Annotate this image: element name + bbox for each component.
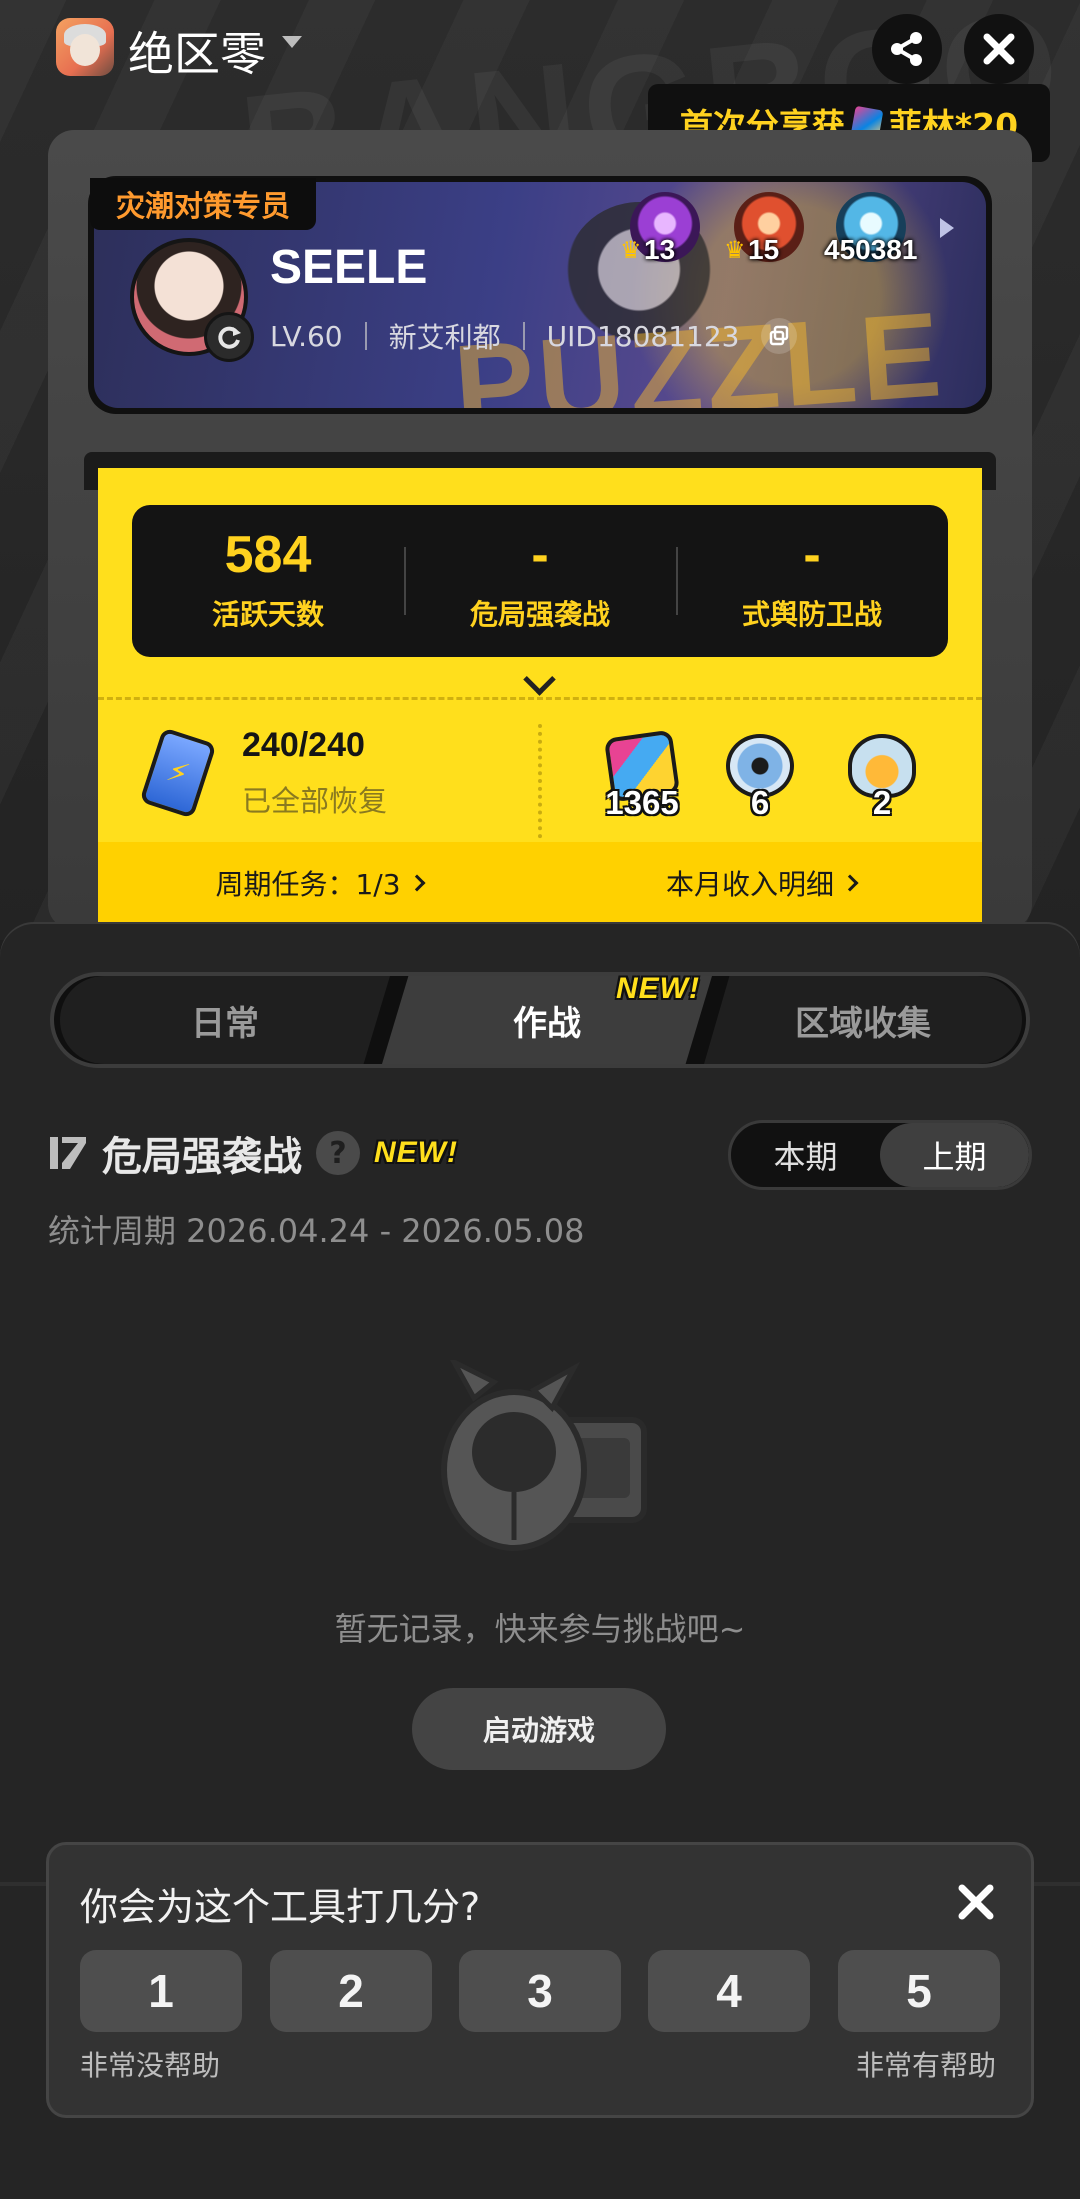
rating-close-button[interactable] [956,1882,996,1922]
badge-label: 13 [644,234,676,265]
stat-label: 活跃天数 [211,598,324,631]
rating-option-3[interactable]: 3 [459,1950,621,2032]
resource-film-ticket[interactable]: 1365 [602,729,682,821]
profile-meta: LV.60 新艾利都 UID18081123 [270,316,798,356]
chevron-right-icon [408,874,426,892]
section-header: 危局强袭战 ? NEW! [48,1124,458,1182]
stat-defense: - 式舆防卫战 [676,505,948,657]
badge-3[interactable]: 450381 [824,192,917,265]
crown-icon: ♛ [724,236,746,264]
resource-bunny-token[interactable]: 2 [842,734,922,821]
resource-count: 6 [750,784,770,821]
stat-active-days: 584 活跃天数 [132,505,404,657]
app-icon[interactable] [56,18,114,76]
help-icon[interactable]: ? [316,1131,360,1175]
stats-summary: 584 活跃天数 - 危局强袭战 - 式舆防卫战 [132,505,948,657]
resource-film-reel[interactable]: 6 [720,734,800,821]
monthly-income-label: 本月收入明细 [665,868,834,901]
rating-option-4[interactable]: 4 [648,1950,810,2032]
rating-high-label: 非常有帮助 [856,2049,997,2082]
chevron-right-icon[interactable] [940,218,954,238]
copy-uid-button[interactable] [761,318,798,354]
section-title: 危局强袭战 [102,1134,302,1180]
badge-label: 15 [748,234,780,265]
resource-count: 2 [872,784,892,821]
stat-period: 统计周期 2026.04.24 - 2026.05.08 [48,1212,585,1250]
stat-value: - [531,526,549,584]
copy-icon [770,325,789,346]
username: SEELE [270,241,428,294]
launch-game-button[interactable]: 启动游戏 [412,1688,666,1770]
periodic-tasks-link[interactable]: 周期任务：1/3 [98,842,540,924]
monthly-income-link[interactable]: 本月收入明细 [540,842,982,924]
stat-value: 584 [224,526,312,584]
stamina-status: 已全部恢复 [242,784,388,818]
chevron-right-icon [841,874,859,892]
stat-value: - [803,526,821,584]
zone-logo-icon [48,1133,88,1173]
crown-icon: ♛ [620,236,642,264]
empty-state-bangboo-icon [424,1356,656,1560]
divider [522,322,525,350]
badge-label: 450381 [824,234,918,265]
new-badge: NEW! [616,972,700,1005]
uid: UID18081123 [546,319,740,353]
empty-state-message: 暂无记录，快来参与挑战吧~ [334,1610,746,1648]
close-icon [958,1884,994,1920]
close-icon [983,33,1015,65]
resource-count: 1365 [605,784,679,821]
new-badge: NEW! [374,1136,458,1169]
badge-1[interactable]: ♛ 13 [620,192,700,265]
period-current[interactable]: 本期 [731,1123,880,1187]
tab-zone-collection[interactable]: 区域收集 [704,976,1022,1064]
divider [364,322,367,350]
stat-assault: - 危局强袭战 [404,505,676,657]
rating-option-1[interactable]: 1 [80,1950,242,2032]
rating-option-5[interactable]: 5 [838,1950,1000,2032]
stat-label: 式舆防卫战 [741,598,882,631]
close-button[interactable] [964,14,1034,84]
switch-avatar-button[interactable] [204,312,254,362]
refresh-icon [218,326,241,349]
badge-2[interactable]: ♛ 15 [724,192,804,265]
dotted-divider [538,724,542,854]
app-title[interactable]: 绝区零 [128,18,266,84]
tab-bar: 日常 作战 区域收集 [50,972,1030,1068]
periodic-tasks-label: 周期任务：1/3 [215,868,401,901]
stamina-value: 240/240 [242,726,365,764]
period-previous[interactable]: 上期 [880,1123,1029,1187]
level: LV.60 [270,319,343,353]
rating-question: 你会为这个工具打几分? [80,1885,481,1929]
stat-label: 危局强袭战 [469,598,610,631]
share-button[interactable] [872,14,942,84]
panel-footer: 周期任务：1/3 本月收入明细 [98,842,982,924]
server: 新艾利都 [388,321,501,354]
period-toggle: 本期 上期 [728,1120,1032,1190]
share-icon [891,32,922,66]
dashed-divider [98,697,982,700]
rating-option-2[interactable]: 2 [270,1950,432,2032]
rating-low-label: 非常没帮助 [80,2049,221,2082]
tab-daily[interactable]: 日常 [60,976,390,1064]
title-tag: 灾潮对策专员 [90,178,317,230]
chevron-down-icon[interactable] [282,36,302,48]
